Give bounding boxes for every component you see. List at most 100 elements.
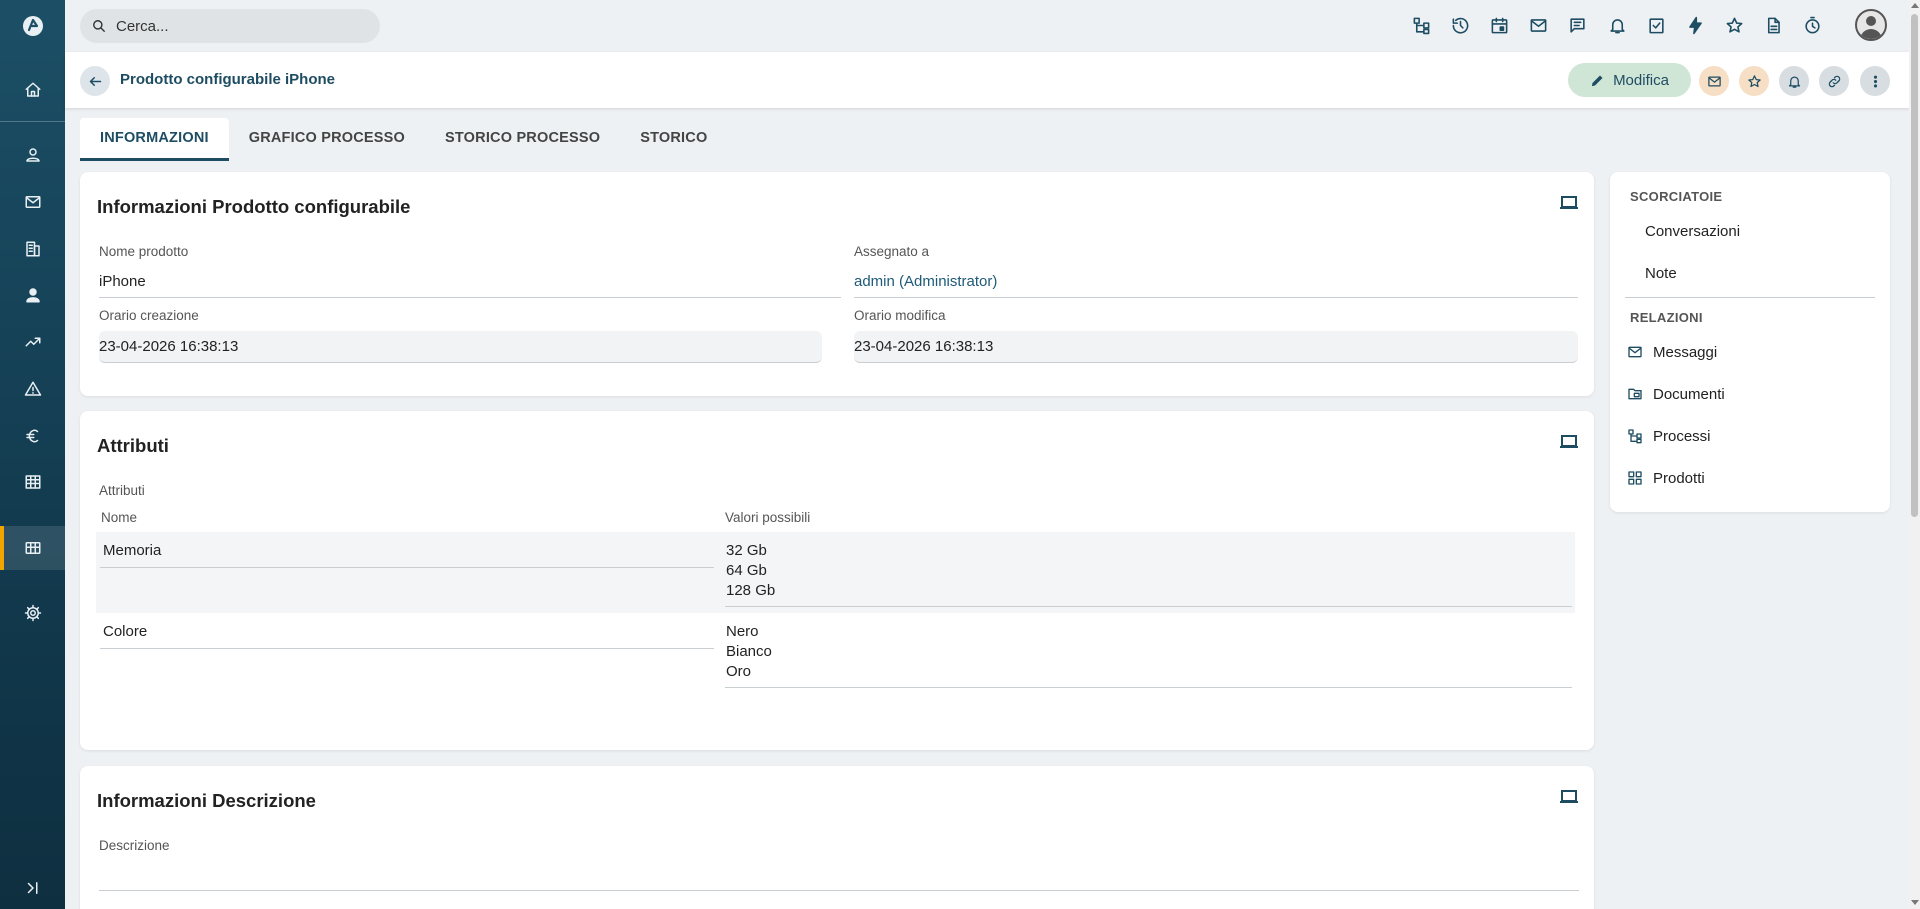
relation-prodotti[interactable]: Prodotti: [1625, 461, 1885, 495]
bell-icon: [1788, 76, 1800, 88]
field-underline: [854, 297, 1578, 298]
column-header-nome: Nome: [101, 510, 138, 525]
tab-grafico-processo[interactable]: GRAFICO PROCESSO: [229, 118, 425, 161]
star-button[interactable]: [1739, 66, 1769, 96]
laptop-icon[interactable]: [1560, 435, 1578, 449]
link-icon: [1828, 75, 1840, 87]
home-icon[interactable]: [0, 68, 65, 112]
table-icon[interactable]: [0, 460, 65, 504]
cell-underline: [100, 648, 714, 649]
user-icon[interactable]: [0, 133, 65, 177]
document-icon[interactable]: [1761, 13, 1785, 37]
settings-icon[interactable]: [0, 591, 65, 635]
laptop-icon[interactable]: [1560, 790, 1578, 804]
search-bar[interactable]: [80, 9, 380, 43]
pencil-icon: [1591, 75, 1603, 86]
shortcuts-panel: SCORCIATOIE Conversazioni Note RELAZIONI…: [1610, 172, 1890, 512]
orario-creazione-value: 23-04-2026 16:38:13: [99, 338, 239, 355]
more-icon: [1873, 75, 1877, 87]
avatar[interactable]: [1855, 9, 1887, 41]
page-title: Prodotto configurabile iPhone: [120, 71, 335, 88]
scroll-down-arrow[interactable]: [1911, 900, 1919, 905]
assegnato-link[interactable]: admin (Administrator): [854, 273, 997, 290]
folder-icon: [1625, 385, 1645, 403]
nome-prodotto-value: iPhone: [99, 273, 146, 290]
warning-icon[interactable]: [0, 367, 65, 411]
relation-label: Prodotti: [1653, 469, 1705, 487]
tab-storico-processo[interactable]: STORICO PROCESSO: [425, 118, 620, 161]
euro-icon[interactable]: [0, 414, 65, 458]
link-button[interactable]: [1819, 66, 1849, 96]
process-icon[interactable]: [1409, 13, 1433, 37]
mail-icon: [1625, 343, 1645, 361]
cell-underline: [725, 606, 1572, 607]
mail-icon[interactable]: [0, 180, 65, 224]
timer-icon[interactable]: [1800, 13, 1824, 37]
record-header: Prodotto configurabile iPhone Modifica: [65, 52, 1910, 108]
bell-button[interactable]: [1779, 66, 1809, 96]
orario-modifica-value: 23-04-2026 16:38:13: [854, 338, 994, 355]
table-row: Memoria 32 Gb 64 Gb 128 Gb: [96, 532, 1575, 613]
star-icon[interactable]: [1722, 13, 1746, 37]
attribute-value: Bianco: [726, 643, 772, 660]
info-panel-title: Informazioni Prodotto configurabile: [97, 196, 411, 217]
scrollbar[interactable]: [1909, 0, 1920, 909]
assegnato-label: Assegnato a: [854, 244, 930, 259]
person-icon[interactable]: [0, 273, 65, 317]
trending-up-icon[interactable]: [0, 320, 65, 364]
edit-button[interactable]: Modifica: [1568, 63, 1691, 97]
tab-informazioni[interactable]: INFORMAZIONI: [80, 118, 229, 161]
info-panel: Informazioni Prodotto configurabile Nome…: [80, 172, 1594, 396]
calendar-icon[interactable]: [1487, 13, 1511, 37]
attribute-name: Colore: [103, 623, 148, 640]
sidebar: [0, 0, 65, 909]
history-icon[interactable]: [1448, 13, 1472, 37]
mail-button[interactable]: [1699, 66, 1729, 96]
table-row: Colore Nero Bianco Oro: [96, 613, 1575, 694]
search-input[interactable]: [116, 17, 356, 35]
relation-label: Processi: [1653, 427, 1711, 445]
shortcuts-title: SCORCIATOIE: [1630, 189, 1723, 204]
tab-bar: INFORMAZIONI GRAFICO PROCESSO STORICO PR…: [80, 118, 727, 161]
shortcut-note[interactable]: Note: [1625, 256, 1885, 290]
relation-processi[interactable]: Processi: [1625, 419, 1885, 453]
mail-icon[interactable]: [1526, 13, 1550, 37]
relation-label: Messaggi: [1653, 343, 1718, 361]
edit-button-label: Modifica: [1613, 71, 1669, 89]
chat-icon[interactable]: [1565, 13, 1589, 37]
attribute-value: 128 Gb: [726, 582, 776, 599]
cell-underline: [725, 687, 1572, 688]
scroll-up-arrow[interactable]: [1911, 3, 1919, 8]
tab-storico[interactable]: STORICO: [620, 118, 727, 161]
laptop-icon[interactable]: [1560, 196, 1578, 210]
app-logo[interactable]: [0, 4, 65, 48]
flash-icon[interactable]: [1683, 13, 1707, 37]
attribute-value: Nero: [726, 623, 759, 640]
description-panel-title: Informazioni Descrizione: [97, 790, 316, 811]
column-header-valori: Valori possibili: [725, 510, 811, 525]
more-button[interactable]: [1860, 66, 1890, 96]
task-icon[interactable]: [1644, 13, 1668, 37]
attribute-value: 32 Gb: [726, 542, 767, 559]
attributes-panel: Attributi Attributi Nome Valori possibil…: [80, 411, 1594, 750]
mail-icon: [1707, 76, 1721, 86]
scroll-thumb[interactable]: [1911, 14, 1918, 517]
relation-documenti[interactable]: Documenti: [1625, 377, 1885, 411]
products-icon[interactable]: [0, 526, 65, 570]
shortcut-conversazioni[interactable]: Conversazioni: [1625, 214, 1885, 248]
building-icon[interactable]: [0, 227, 65, 271]
sidebar-divider: [0, 121, 65, 122]
relations-title: RELAZIONI: [1630, 310, 1703, 325]
relation-messaggi[interactable]: Messaggi: [1625, 335, 1885, 369]
orario-modifica-label: Orario modifica: [854, 308, 946, 323]
attribute-value: 64 Gb: [726, 562, 767, 579]
bell-icon[interactable]: [1605, 13, 1629, 37]
divider: [1625, 297, 1875, 298]
descrizione-label: Descrizione: [99, 838, 170, 853]
attribute-value: Oro: [726, 663, 752, 680]
expand-icon[interactable]: [0, 866, 65, 909]
field-underline: [99, 890, 1579, 891]
nome-prodotto-label: Nome prodotto: [99, 244, 189, 259]
attributes-panel-title: Attributi: [97, 435, 169, 456]
back-button[interactable]: [80, 66, 110, 96]
